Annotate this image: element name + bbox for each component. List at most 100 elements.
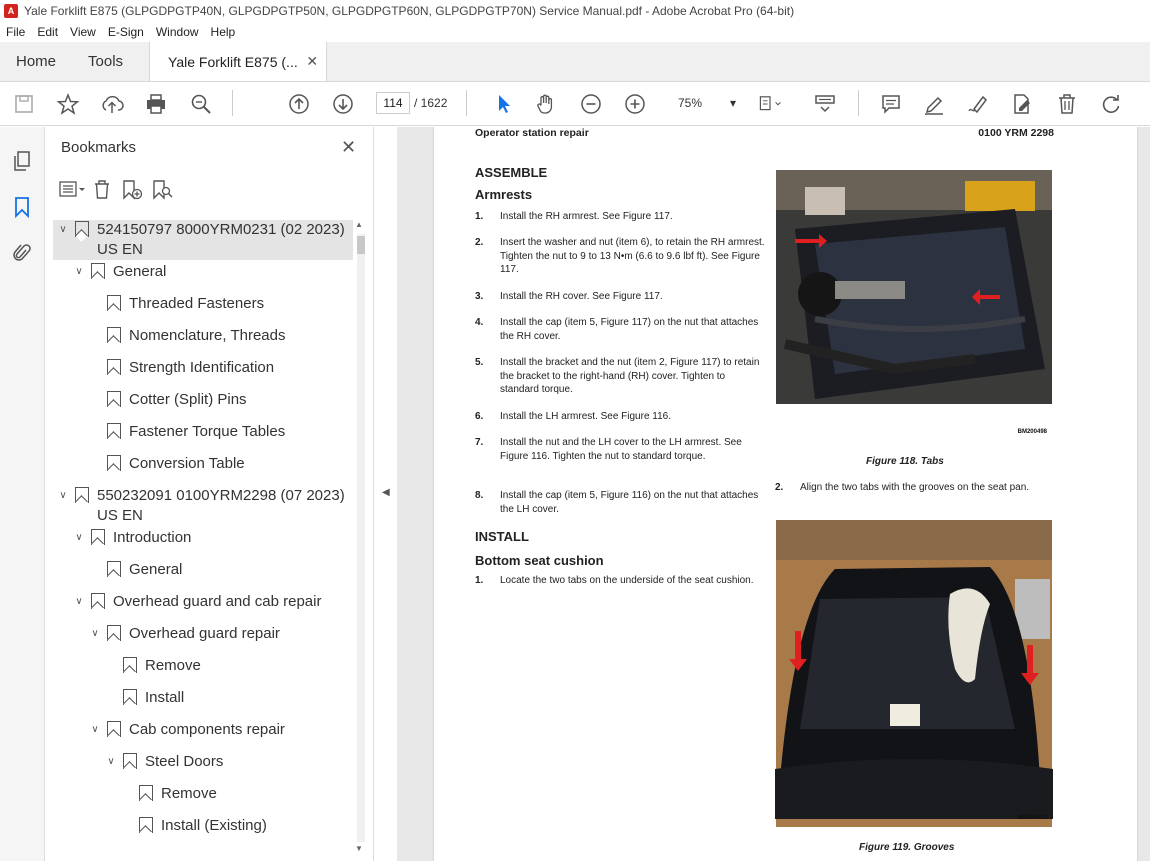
menu-file[interactable]: File bbox=[6, 25, 25, 39]
page-thumbnails-icon[interactable] bbox=[10, 149, 34, 173]
close-panel-icon[interactable]: ✕ bbox=[341, 137, 356, 158]
zoom-in-icon[interactable] bbox=[623, 92, 647, 116]
highlight-pen-icon[interactable] bbox=[922, 92, 946, 116]
bookmarks-panel: Bookmarks ✕ ∨ 524150797 8000YRM0231 (02 2… bbox=[45, 127, 373, 861]
bookmark-flag-icon bbox=[91, 263, 105, 279]
menu-help[interactable]: Help bbox=[211, 25, 236, 39]
page-number-input[interactable]: 114 bbox=[376, 92, 410, 114]
bookmark-item[interactable]: ∨ Overhead guard and cab repair bbox=[53, 592, 353, 616]
figure-119-photo: BM200493 bbox=[775, 519, 1053, 829]
list-item: 3. Install the RH cover. See Figure 117. bbox=[475, 290, 765, 304]
tab-tools[interactable]: Tools bbox=[72, 42, 139, 81]
bookmark-flag-icon bbox=[91, 593, 105, 609]
bottom-seat-cushion-heading: Bottom seat cushion bbox=[475, 553, 604, 568]
toolbar-separator bbox=[466, 90, 467, 116]
chevron-down-icon[interactable]: ∨ bbox=[103, 752, 119, 767]
document-view[interactable]: Operator station repair 0100 YRM 2298 AS… bbox=[397, 127, 1150, 861]
bookmark-item[interactable]: ∨ General bbox=[53, 262, 353, 286]
bookmark-item[interactable]: ∨ 524150797 8000YRM0231 (02 2023) US EN bbox=[53, 220, 353, 260]
bookmark-item[interactable]: ∨ Cab components repair bbox=[53, 720, 353, 744]
tab-document[interactable]: Yale Forklift E875 (... ✕ bbox=[149, 42, 328, 81]
bookmark-item[interactable]: Fastener Torque Tables bbox=[53, 422, 353, 446]
bookmark-item[interactable]: Conversion Table bbox=[53, 454, 353, 478]
chevron-down-icon[interactable]: ∨ bbox=[55, 220, 71, 235]
menu-view[interactable]: View bbox=[70, 25, 96, 39]
menu-esign[interactable]: E-Sign bbox=[108, 25, 144, 39]
bookmark-flag-icon bbox=[107, 359, 121, 375]
list-item: 1. Install the RH armrest. See Figure 117… bbox=[475, 210, 765, 224]
bookmark-item[interactable]: ∨ Overhead guard repair bbox=[53, 624, 353, 648]
bookmark-item[interactable]: ∨ Steel Doors bbox=[53, 752, 353, 776]
figure-code: BM200493 bbox=[1017, 815, 1047, 821]
next-page-icon[interactable] bbox=[331, 92, 355, 116]
bookmark-item[interactable]: Install bbox=[53, 688, 353, 712]
star-bookmark-icon[interactable] bbox=[56, 92, 80, 116]
window-titlebar: A Yale Forklift E875 (GLPGDPGTP40N, GLPG… bbox=[0, 0, 1150, 22]
bookmarks-scrollbar[interactable]: ▲ ▼ bbox=[355, 220, 367, 857]
bookmark-item[interactable]: Threaded Fasteners bbox=[53, 294, 353, 318]
bookmarks-panel-icon[interactable] bbox=[10, 195, 34, 219]
assemble-heading: ASSEMBLE bbox=[475, 165, 548, 180]
page-fit-icon[interactable] bbox=[758, 92, 782, 116]
scroll-mode-icon[interactable] bbox=[813, 92, 837, 116]
save-icon[interactable] bbox=[12, 92, 36, 116]
bookmark-flag-icon bbox=[75, 487, 89, 503]
bookmark-item[interactable]: Strength Identification bbox=[53, 358, 353, 382]
bookmark-item[interactable]: General bbox=[53, 560, 353, 584]
bookmark-flag-icon bbox=[123, 689, 137, 705]
scrollbar-track[interactable] bbox=[357, 234, 365, 842]
chevron-down-icon[interactable]: ∨ bbox=[71, 592, 87, 607]
bookmark-item[interactable]: Cotter (Split) Pins bbox=[53, 390, 353, 414]
menu-window[interactable]: Window bbox=[156, 25, 199, 39]
bookmark-flag-icon bbox=[107, 391, 121, 407]
attachments-paperclip-icon[interactable] bbox=[10, 241, 34, 265]
list-item: 8. Install the cap (item 5, Figure 116) o… bbox=[475, 489, 765, 516]
page-header-left: Operator station repair bbox=[475, 127, 589, 139]
bookmark-options-icon[interactable] bbox=[57, 178, 87, 202]
bookmark-item[interactable]: Remove bbox=[53, 656, 353, 680]
hand-tool-icon[interactable] bbox=[534, 92, 558, 116]
delete-trash-icon[interactable] bbox=[1055, 92, 1079, 116]
chevron-down-icon[interactable]: ∨ bbox=[55, 486, 71, 501]
upload-cloud-icon[interactable] bbox=[100, 92, 124, 116]
chevron-down-icon[interactable]: ∨ bbox=[87, 720, 103, 735]
collapse-panel-icon[interactable]: ◀ bbox=[382, 487, 390, 498]
bookmarks-title: Bookmarks bbox=[61, 139, 137, 156]
list-item: 5. Install the bracket and the nut (item … bbox=[475, 356, 765, 397]
find-bookmark-icon[interactable] bbox=[147, 178, 177, 202]
print-icon[interactable] bbox=[144, 92, 168, 116]
sign-pen-icon[interactable] bbox=[966, 92, 990, 116]
redo-rotate-icon[interactable] bbox=[1099, 92, 1123, 116]
bookmark-item[interactable]: Nomenclature, Threads bbox=[53, 326, 353, 350]
chevron-down-icon[interactable]: ∨ bbox=[71, 262, 87, 277]
close-tab-icon[interactable]: ✕ bbox=[306, 53, 318, 70]
new-bookmark-icon[interactable] bbox=[117, 178, 147, 202]
window-title: Yale Forklift E875 (GLPGDPGTP40N, GLPGDP… bbox=[24, 4, 795, 18]
bookmark-item[interactable]: ∨ Introduction bbox=[53, 528, 353, 552]
panel-splitter[interactable]: ◀ bbox=[373, 127, 397, 861]
chevron-down-icon[interactable]: ∨ bbox=[87, 624, 103, 639]
tab-home[interactable]: Home bbox=[0, 42, 72, 81]
previous-page-icon[interactable] bbox=[287, 92, 311, 116]
edit-pdf-icon[interactable] bbox=[1010, 92, 1034, 116]
menu-edit[interactable]: Edit bbox=[37, 25, 58, 39]
figure-code: BM200498 bbox=[1017, 429, 1047, 435]
zoom-dropdown[interactable]: 75% ▾ bbox=[662, 92, 742, 114]
zoom-search-icon[interactable] bbox=[189, 92, 213, 116]
bookmark-label: Introduction bbox=[113, 529, 192, 546]
delete-bookmark-icon[interactable] bbox=[87, 178, 117, 202]
bookmark-item[interactable]: Remove bbox=[53, 784, 353, 808]
select-cursor-icon[interactable] bbox=[492, 92, 516, 116]
scroll-down-icon[interactable]: ▼ bbox=[355, 844, 363, 853]
comment-icon[interactable] bbox=[879, 92, 903, 116]
scrollbar-thumb[interactable] bbox=[357, 236, 365, 254]
toolbar-separator bbox=[858, 90, 859, 116]
bookmark-item[interactable]: ∨ 550232091 0100YRM2298 (07 2023) US EN bbox=[53, 486, 353, 526]
zoom-out-icon[interactable] bbox=[579, 92, 603, 116]
bookmark-item[interactable]: Install (Existing) bbox=[53, 816, 353, 840]
scroll-up-icon[interactable]: ▲ bbox=[355, 220, 363, 229]
chevron-down-icon[interactable]: ∨ bbox=[71, 528, 87, 543]
main-toolbar bbox=[0, 82, 1150, 126]
